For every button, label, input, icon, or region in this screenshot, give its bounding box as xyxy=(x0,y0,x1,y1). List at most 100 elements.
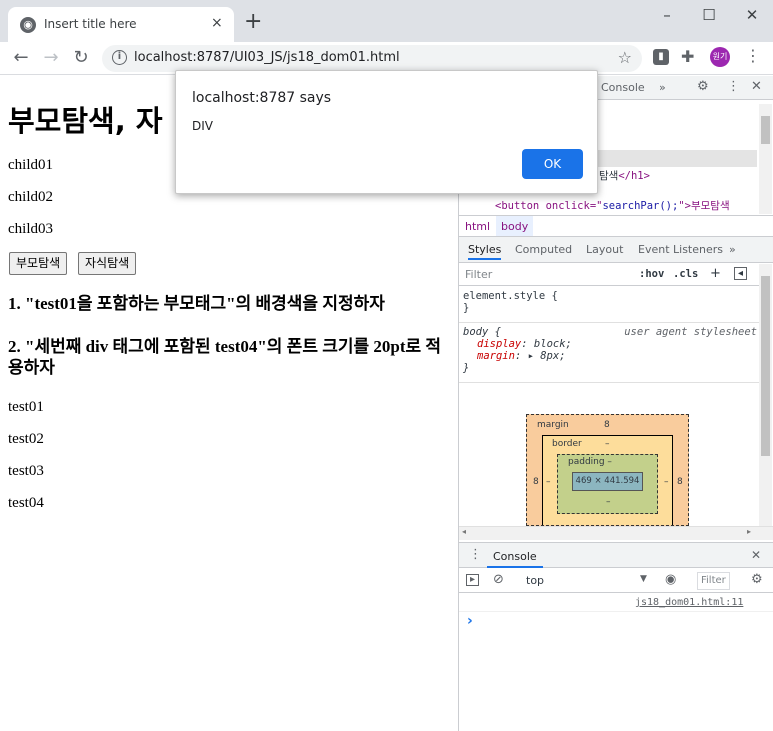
tab-title: Insert title here xyxy=(44,17,137,31)
rule-divider xyxy=(459,382,759,383)
button-text: ">부모탐색 xyxy=(678,200,730,212)
console-source-link[interactable]: js18_dom01.html:11 xyxy=(635,597,743,608)
tab-styles[interactable]: Styles xyxy=(468,243,502,260)
test-text: test03 xyxy=(8,463,44,479)
chevron-down-icon[interactable]: ▼ xyxy=(640,574,647,584)
border-left-value: – xyxy=(546,477,551,487)
close-window-button[interactable]: ✕ xyxy=(737,6,767,24)
forward-icon[interactable]: → xyxy=(40,47,62,68)
box-model-content[interactable]: 469 × 441.594 xyxy=(572,472,643,491)
tab-computed[interactable]: Computed xyxy=(515,243,572,256)
tab-console[interactable]: Console xyxy=(601,81,645,94)
decl-value: ▸ 8px; xyxy=(527,350,566,362)
sidebar-toggle-icon[interactable]: ◂ xyxy=(734,267,747,280)
minimize-button[interactable]: – xyxy=(652,6,682,24)
border-top-value: – xyxy=(605,439,610,449)
new-tab-button[interactable]: + xyxy=(244,10,262,34)
kebab-menu-icon[interactable]: ⋮ xyxy=(727,79,740,94)
ok-button[interactable]: OK xyxy=(522,149,583,179)
tab-event-listeners[interactable]: Event Listeners xyxy=(638,243,723,256)
dom-node-h1-tail[interactable]: 탐색</h1> xyxy=(599,168,650,183)
gear-icon[interactable]: ⚙ xyxy=(697,79,709,94)
border-right-value: – xyxy=(664,477,669,487)
margin-label: margin xyxy=(537,420,569,430)
more-tabs-icon[interactable]: » xyxy=(659,81,666,94)
decl-property: margin xyxy=(477,350,515,362)
padding-bottom-value: – xyxy=(606,497,611,507)
puzzle-icon[interactable]: ✚ xyxy=(681,47,694,66)
address-bar[interactable]: i localhost:8787/UI03_JS/js18_dom01.html… xyxy=(102,45,642,72)
info-icon[interactable]: i xyxy=(112,50,127,65)
browser-tab[interactable]: ◉ Insert title here × xyxy=(8,7,234,42)
globe-icon: ◉ xyxy=(20,17,36,33)
close-icon[interactable]: ✕ xyxy=(751,79,762,94)
breadcrumb-html[interactable]: html xyxy=(465,220,490,233)
margin-left-value: 8 xyxy=(533,477,539,487)
rule-source: user agent stylesheet xyxy=(624,326,757,338)
hov-toggle[interactable]: :hov xyxy=(639,268,664,280)
padding-label: padding – xyxy=(568,457,612,467)
styles-filter-row: Filter :hov .cls + ◂ xyxy=(459,264,759,286)
test-text: test02 xyxy=(8,431,44,447)
gear-icon[interactable]: ⚙ xyxy=(751,572,763,587)
test-text: test01 xyxy=(8,399,44,415)
onclick-value: searchPar(); xyxy=(602,200,679,212)
task-1-heading: 1. "test01을 포함하는 부모태그"의 배경색을 지정하자 xyxy=(8,294,385,313)
alert-dialog: localhost:8787 says DIV OK xyxy=(175,70,598,194)
context-selector[interactable]: top xyxy=(526,574,544,587)
console-toolbar: ▸ ⊘ top ▼ ◉ Filter ⚙ xyxy=(459,569,773,593)
bookmark-star-icon[interactable]: ☆ xyxy=(618,48,632,67)
elements-scrollbar[interactable] xyxy=(759,104,772,214)
reload-icon[interactable]: ↻ xyxy=(70,47,92,68)
add-rule-icon[interactable]: + xyxy=(710,266,721,281)
more-tabs-icon[interactable]: » xyxy=(729,243,736,256)
tab-close-button[interactable]: × xyxy=(211,15,223,31)
border-label: border xyxy=(552,439,582,449)
back-icon[interactable]: ← xyxy=(10,47,32,68)
margin-top-value: 8 xyxy=(604,420,610,430)
breadcrumb: html body xyxy=(459,215,773,237)
decl-property: display xyxy=(477,338,522,350)
styles-scrollbar[interactable] xyxy=(759,264,772,526)
child-text: child01 xyxy=(8,157,53,173)
body-ua-rule[interactable]: body {user agent stylesheet display: blo… xyxy=(463,326,757,374)
close-drawer-icon[interactable]: ✕ xyxy=(751,548,761,562)
console-prompt[interactable]: › xyxy=(467,613,473,629)
drawer-menu-icon[interactable]: ⋮ xyxy=(469,547,482,562)
dom-node-button[interactable]: <button onclick="searchPar();">부모탐색 xyxy=(495,198,730,213)
tab-layout[interactable]: Layout xyxy=(586,243,623,256)
drawer-tab-console[interactable]: Console xyxy=(487,545,543,568)
page-heading: 부모탐색, 자 xyxy=(8,104,163,138)
box-model-padding[interactable]: padding – – 469 × 441.594 xyxy=(557,454,658,514)
rule-close-brace: } xyxy=(463,362,470,374)
extension-icon[interactable]: ▮ xyxy=(653,49,669,65)
search-parent-button[interactable]: 부모탐색 xyxy=(9,252,68,275)
horizontal-scrollbar[interactable]: ◂ ▸ xyxy=(459,526,773,540)
box-model-margin[interactable]: margin 8 8 8 border – – – padding – – 46… xyxy=(526,414,689,526)
sidebar-show-icon[interactable]: ▸ xyxy=(466,574,479,586)
dialog-message: DIV xyxy=(192,119,213,133)
h1-text: 탐색 xyxy=(599,170,619,182)
dialog-title: localhost:8787 says xyxy=(192,90,332,106)
styles-tabs: Styles Computed Layout Event Listeners » xyxy=(459,237,773,263)
child-text: child02 xyxy=(8,189,53,205)
rule-selector: body { xyxy=(463,326,501,338)
test-text: test04 xyxy=(8,495,44,511)
styles-filter-input[interactable]: Filter xyxy=(465,268,492,281)
console-divider xyxy=(459,611,773,612)
h1-close-tag: </h1> xyxy=(618,170,650,182)
breadcrumb-body[interactable]: body xyxy=(496,216,534,236)
box-model-border[interactable]: border – – – padding – – 469 × 441.594 xyxy=(542,435,673,525)
url-text[interactable]: localhost:8787/UI03_JS/js18_dom01.html xyxy=(134,50,400,65)
maximize-button[interactable]: ☐ xyxy=(694,6,724,24)
kebab-menu-icon[interactable]: ⋮ xyxy=(745,46,761,65)
profile-avatar[interactable]: 원기 xyxy=(710,47,730,67)
element-style-rule[interactable]: element.style { } xyxy=(463,290,558,314)
eye-icon[interactable]: ◉ xyxy=(665,572,676,587)
search-child-button[interactable]: 자식탐색 xyxy=(78,252,137,275)
console-filter-input[interactable]: Filter xyxy=(697,572,730,590)
button-open-tag: <button onclick=" xyxy=(495,200,603,212)
cls-toggle[interactable]: .cls xyxy=(673,268,698,280)
clear-console-icon[interactable]: ⊘ xyxy=(493,572,504,587)
rule-divider xyxy=(459,322,759,323)
